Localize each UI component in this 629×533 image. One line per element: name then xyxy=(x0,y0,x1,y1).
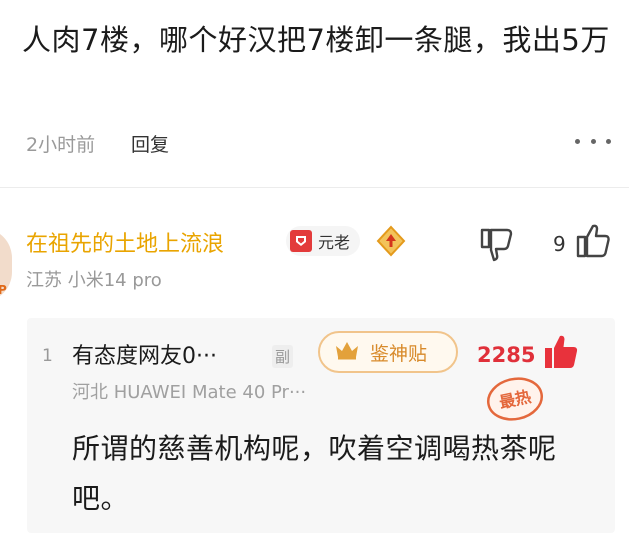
level-icon xyxy=(375,225,407,257)
more-options-icon[interactable] xyxy=(575,129,611,153)
reply-like-count: 2285 xyxy=(477,343,536,367)
like-count: 9 xyxy=(553,232,566,256)
reply-location-device: 河北 HUAWEI Mate 40 Pr··· xyxy=(72,382,307,403)
featured-badge: 鉴神贴 xyxy=(318,331,458,373)
avatar-badge: P xyxy=(0,283,7,297)
crown-icon xyxy=(334,340,360,364)
hottest-stamp: 最热 xyxy=(484,376,546,422)
shield-icon xyxy=(290,230,312,252)
post-timestamp: 2小时前 xyxy=(26,134,96,156)
dislike-icon[interactable] xyxy=(478,224,518,262)
location-device: 江苏 小米14 pro xyxy=(26,270,162,291)
role-label: 元老 xyxy=(318,233,351,252)
reply-index: 1 xyxy=(42,346,53,366)
reply-username[interactable]: 有态度网友0··· xyxy=(72,338,217,370)
reply-button[interactable]: 回复 xyxy=(131,130,169,157)
divider xyxy=(0,187,629,188)
like-icon[interactable] xyxy=(574,222,614,260)
reply-sub-tag: 副 xyxy=(272,345,294,368)
post-text: 人肉7楼，哪个好汉把7楼卸一条腿，我出5万 xyxy=(22,23,610,57)
role-badge: 元老 xyxy=(286,226,361,256)
reply-text: 所谓的慈善机构呢，吹着空调喝热茶呢吧。 xyxy=(72,432,557,515)
comment-username[interactable]: 在祖先的土地上流浪 xyxy=(26,226,224,258)
liked-thumb-icon[interactable] xyxy=(542,332,582,372)
featured-badge-label: 鉴神贴 xyxy=(370,342,428,365)
